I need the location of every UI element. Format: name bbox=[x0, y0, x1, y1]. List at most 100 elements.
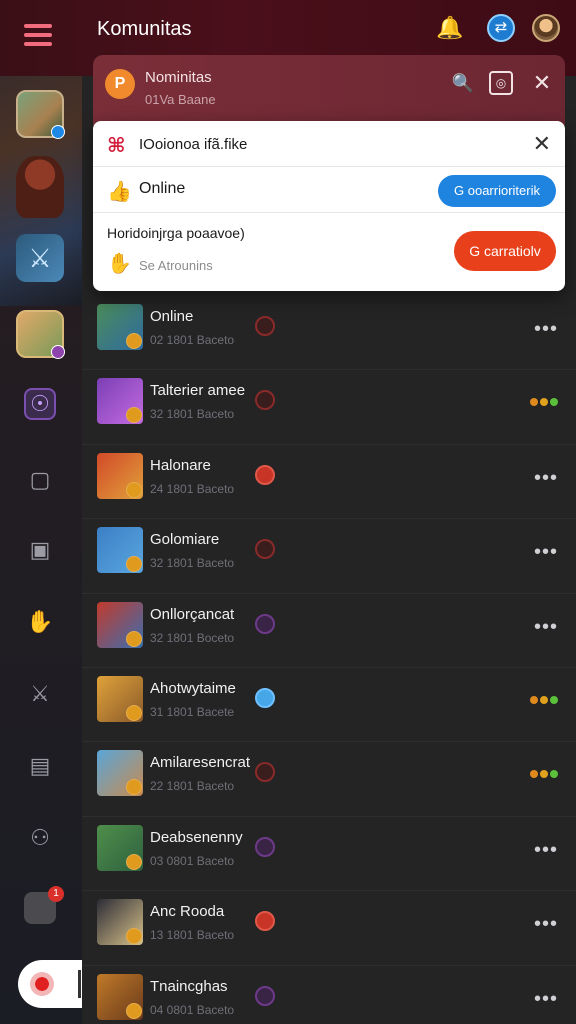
list-item[interactable]: Ahotwytaime 31 1801 Bacete bbox=[82, 668, 576, 743]
activity-indicator bbox=[530, 398, 558, 407]
community-list: Online 02 1801 Baceto ••• Talterier amee 32 … bbox=[82, 296, 576, 1024]
list-item-name: Tnaincghas bbox=[150, 977, 228, 995]
key-icon[interactable]: 🔍 bbox=[451, 71, 475, 95]
status-icon bbox=[255, 613, 275, 634]
bell-icon[interactable]: 🔔 bbox=[436, 14, 464, 42]
connect-button[interactable]: G ooarrioriterik bbox=[438, 175, 556, 207]
list-item[interactable]: Talterier amee 32 1801 Baceto bbox=[82, 370, 576, 445]
list-item-name: Golomiare bbox=[150, 531, 220, 549]
status-icon bbox=[255, 539, 275, 560]
user-avatar[interactable] bbox=[532, 14, 560, 42]
tile-icon-a[interactable]: ▢ bbox=[26, 466, 54, 494]
indicator-dot bbox=[550, 695, 558, 704]
list-item-meta: 31 1801 Bacete bbox=[150, 704, 235, 719]
sidebar-game-tile-2[interactable]: ⚔ bbox=[16, 234, 64, 282]
list-item-meta: 04 0801 Baceto bbox=[150, 1002, 235, 1017]
indicator-dot bbox=[550, 398, 558, 407]
badge-icon bbox=[51, 345, 65, 359]
list-item[interactable]: Onllorçancat 32 1801 Boceto ••• bbox=[82, 594, 576, 668]
coin-icon bbox=[126, 481, 142, 498]
list-item-meta: 02 1801 Baceto bbox=[150, 333, 235, 347]
more-options-icon[interactable]: ••• bbox=[534, 988, 558, 1011]
list-item[interactable]: Online 02 1801 Baceto ••• bbox=[82, 296, 576, 371]
list-item[interactable]: Tnaincghas 04 0801 Baceto ••• bbox=[82, 966, 576, 1024]
list-item[interactable]: Amilaresencrat 22 1801 Baceto bbox=[82, 742, 576, 817]
tile-icon-b[interactable]: ▣ bbox=[26, 536, 54, 564]
gesture-icon[interactable]: ✋ bbox=[26, 608, 54, 636]
quest-icon[interactable]: ☉ bbox=[24, 388, 56, 420]
indicator-dot bbox=[540, 695, 548, 704]
app-logo-icon: P bbox=[105, 69, 135, 99]
status-icon bbox=[255, 836, 275, 857]
brand-logo-icon: ⌘ bbox=[107, 135, 126, 157]
notifications-icon[interactable]: 1 bbox=[24, 886, 64, 924]
dialog-description: Horidoinjrga poaavoe) bbox=[107, 225, 245, 241]
group-icon[interactable]: ⚇ bbox=[26, 824, 54, 852]
list-item-name: Talterier amee bbox=[150, 382, 246, 400]
list-item-meta: 03 0801 Baceto bbox=[150, 853, 235, 868]
list-item[interactable]: Deabsenenny 03 0801 Baceto ••• bbox=[82, 817, 576, 892]
dialog-title: IOoionoa ifã.fike bbox=[139, 136, 248, 153]
more-options-icon[interactable]: ••• bbox=[534, 913, 558, 936]
list-item-name: Ahotwytaime bbox=[150, 679, 236, 697]
sidebar-game-tile-1[interactable] bbox=[16, 90, 65, 139]
coin-icon bbox=[126, 630, 142, 647]
list-item-meta: 32 1801 Boceto bbox=[150, 630, 235, 645]
status-icon bbox=[255, 316, 275, 336]
indicator-dot bbox=[540, 398, 548, 407]
more-options-icon[interactable]: ••• bbox=[534, 541, 558, 564]
indicator-dot bbox=[540, 770, 548, 779]
list-item-name: Onllorçancat bbox=[150, 605, 235, 623]
list-item-name: Deabsenenny bbox=[150, 828, 243, 846]
status-icon bbox=[255, 762, 275, 783]
list-item[interactable]: Halonare 24 1801 Baceto ••• bbox=[82, 445, 576, 520]
indicator-dot bbox=[530, 695, 538, 704]
coin-icon bbox=[126, 1002, 142, 1019]
more-options-icon[interactable]: ••• bbox=[534, 467, 558, 490]
list-item-meta: 32 1801 Baceto bbox=[150, 407, 235, 422]
verified-icon bbox=[51, 125, 65, 139]
list-item[interactable]: Golomiare 32 1801 Baceto ••• bbox=[82, 519, 576, 594]
online-row: 👍 Online G ooarrioriterik bbox=[93, 167, 565, 213]
coin-icon bbox=[126, 704, 142, 721]
status-icon bbox=[255, 464, 275, 485]
status-icon bbox=[255, 911, 275, 932]
list-item-name: Halonare bbox=[150, 456, 211, 474]
notification-card[interactable]: P Nominitas 01Va Baane 🔍 ◎ ✕ bbox=[93, 55, 565, 125]
list-item-meta: 22 1801 Baceto bbox=[150, 779, 235, 794]
list-item-name: Amilaresencrat bbox=[150, 754, 251, 772]
coin-icon bbox=[126, 928, 142, 945]
dialog-header: ⌘ IOoionoa ifã.fike ✕ bbox=[93, 121, 565, 167]
menu-icon[interactable] bbox=[24, 24, 52, 48]
profile-switch-icon[interactable]: ⇄ bbox=[487, 14, 515, 42]
sword-icon[interactable]: ⚔ bbox=[26, 680, 54, 708]
indicator-dot bbox=[530, 770, 538, 779]
indicator-dot bbox=[530, 398, 538, 407]
status-icon bbox=[255, 687, 275, 708]
thumbs-up-icon: 👍 bbox=[107, 181, 132, 203]
sidebar-game-tile-3[interactable] bbox=[16, 310, 65, 359]
floating-action-button[interactable] bbox=[18, 960, 82, 1008]
sidebar: ⚔ ☉ ▢ ▣ ✋ ⚔ ▤ ⚇ 1 bbox=[0, 76, 82, 1024]
dialog-close-icon[interactable]: ✕ bbox=[533, 131, 551, 157]
more-options-icon[interactable]: ••• bbox=[534, 839, 558, 862]
table-icon[interactable]: ▤ bbox=[26, 752, 54, 780]
community-dialog: ⌘ IOoionoa ifã.fike ✕ 👍 Online G ooarrio… bbox=[93, 121, 565, 291]
confirm-button[interactable]: G carratiolv bbox=[454, 231, 556, 271]
list-item-name: Anc Rooda bbox=[150, 903, 225, 921]
indicator-dot bbox=[550, 770, 558, 779]
list-item-meta: 32 1801 Baceto bbox=[150, 556, 235, 571]
hero-figure bbox=[16, 156, 64, 218]
more-options-icon[interactable]: ••• bbox=[534, 616, 558, 639]
camera-icon[interactable]: ◎ bbox=[489, 71, 513, 95]
more-options-icon[interactable]: ••• bbox=[534, 318, 558, 341]
divider bbox=[78, 970, 81, 998]
activity-indicator bbox=[530, 770, 558, 779]
online-label: Online bbox=[139, 180, 186, 197]
dialog-sub-label: Se Atrounins bbox=[139, 258, 213, 273]
hand-icon: ✋ bbox=[107, 253, 132, 275]
status-icon bbox=[255, 985, 275, 1006]
close-icon[interactable]: ✕ bbox=[530, 71, 554, 95]
notification-title: Nominitas bbox=[145, 69, 212, 86]
list-item[interactable]: Anc Rooda 13 1801 Baceto ••• bbox=[82, 891, 576, 966]
